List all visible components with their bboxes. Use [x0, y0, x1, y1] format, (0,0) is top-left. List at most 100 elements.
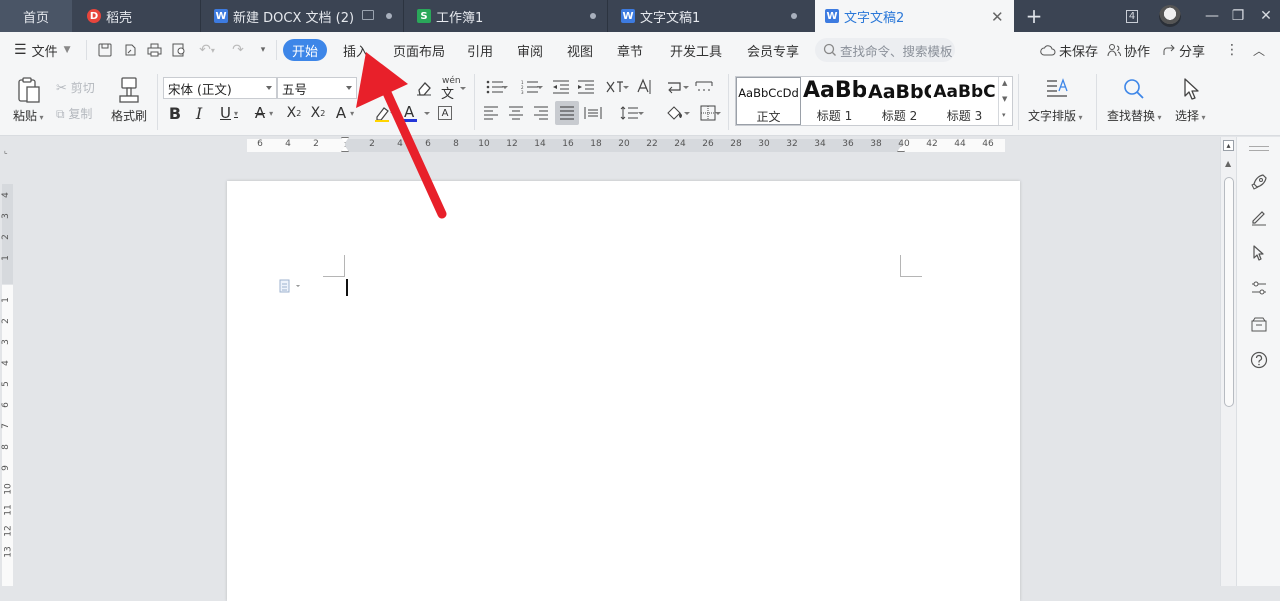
- format-painter-button[interactable]: 格式刷: [111, 107, 147, 124]
- paragraph-options-icon[interactable]: [279, 279, 303, 293]
- backup-box-icon[interactable]: [1248, 313, 1270, 335]
- style-heading-2[interactable]: AaBbC 标题 2: [868, 77, 931, 125]
- borders-icon[interactable]: [694, 104, 722, 122]
- decrease-indent-icon[interactable]: [551, 78, 571, 96]
- rocket-icon[interactable]: [1248, 171, 1270, 193]
- command-search-input[interactable]: 查找命令、搜索模板: [815, 38, 955, 62]
- window-count-button[interactable]: 4: [1115, 0, 1149, 32]
- tab-close-dot[interactable]: [791, 13, 797, 19]
- style-heading-3[interactable]: AaBbC 标题 3: [933, 77, 996, 125]
- adjust-sliders-icon[interactable]: [1248, 277, 1270, 299]
- tab-view[interactable]: 视图: [567, 41, 593, 60]
- line-break-icon[interactable]: [661, 78, 689, 96]
- tab-sheet1-label: 工作簿1: [436, 10, 484, 26]
- cut-button[interactable]: ✂ 剪切: [56, 79, 95, 96]
- avatar[interactable]: [1153, 0, 1187, 32]
- copy-button[interactable]: ⧉ 复制: [56, 105, 92, 122]
- cursor-select-icon[interactable]: [1180, 76, 1202, 102]
- increase-indent-icon[interactable]: [576, 78, 596, 96]
- magnifier-icon[interactable]: [1121, 76, 1147, 102]
- bullet-list-icon[interactable]: [482, 78, 508, 96]
- scroll-top-icon[interactable]: ▴: [1223, 140, 1234, 151]
- tab-member[interactable]: 会员专享: [747, 41, 799, 60]
- chevron-up-icon[interactable]: ▲: [1002, 79, 1007, 87]
- unsaved-label: 未保存: [1059, 44, 1099, 60]
- help-icon[interactable]: [1248, 349, 1270, 371]
- save-icon[interactable]: [96, 41, 114, 59]
- tab-daoke[interactable]: D 稻壳: [73, 0, 201, 32]
- style-heading-1[interactable]: AaBb 标题 1: [803, 77, 866, 125]
- styles-expand-icon[interactable]: ▾: [1002, 111, 1006, 119]
- undo-icon[interactable]: ↶ ▾: [196, 41, 218, 59]
- font-size-select[interactable]: 五号: [277, 77, 357, 99]
- vertical-ruler-number: 10: [3, 483, 14, 495]
- tab-references[interactable]: 引用: [467, 41, 493, 60]
- export-icon[interactable]: [121, 41, 139, 59]
- pointer-select-icon[interactable]: [1248, 242, 1270, 264]
- find-replace-button[interactable]: 查找替换 ▾: [1107, 107, 1162, 124]
- show-marks-icon[interactable]: [694, 79, 714, 95]
- numbered-list-icon[interactable]: 123: [517, 78, 543, 96]
- text-cursor: [346, 279, 348, 296]
- text-layout-button[interactable]: 文字排版 ▾: [1028, 107, 1083, 124]
- unsaved-button[interactable]: 未保存: [1040, 41, 1099, 60]
- align-justify-icon[interactable]: [555, 101, 579, 125]
- text-direction-icon[interactable]: [634, 77, 654, 97]
- align-right-icon[interactable]: [532, 104, 550, 122]
- close-tab-icon[interactable]: ✕: [991, 8, 1004, 26]
- tab-review[interactable]: 审阅: [517, 41, 543, 60]
- shading-icon[interactable]: [660, 104, 690, 122]
- bold-icon[interactable]: B: [167, 103, 183, 123]
- underline-icon[interactable]: U ▾: [216, 103, 242, 123]
- scrollbar-thumb[interactable]: [1224, 177, 1234, 407]
- vertical-ruler-number: 11: [3, 504, 14, 516]
- print-preview-icon[interactable]: [170, 41, 188, 59]
- tab-doc-2-active[interactable]: W 文字文稿2 ✕: [815, 0, 1014, 32]
- chevron-down-icon[interactable]: ▼: [1002, 95, 1007, 103]
- style-normal[interactable]: AaBbCcDd 正文: [736, 77, 801, 125]
- tab-close-dot[interactable]: [590, 13, 596, 19]
- collaborate-button[interactable]: 协作: [1107, 41, 1150, 60]
- document-page[interactable]: [227, 181, 1020, 601]
- line-spacing-icon[interactable]: [614, 104, 644, 122]
- styles-scroll[interactable]: ▲ ▼ ▾: [998, 77, 1012, 125]
- share-button[interactable]: 分享: [1162, 41, 1205, 60]
- scroll-up-icon[interactable]: ▲: [1225, 159, 1231, 168]
- tab-chapter[interactable]: 章节: [617, 41, 643, 60]
- tab-close-dot[interactable]: [386, 13, 392, 19]
- paste-button[interactable]: 粘贴 ▾: [13, 107, 44, 124]
- file-menu[interactable]: ☰ 文件 ▼: [14, 41, 76, 60]
- tab-start[interactable]: 开始: [283, 39, 327, 61]
- more-options-icon[interactable]: ⋮: [1225, 40, 1239, 60]
- chinese-layout-icon[interactable]: [601, 78, 629, 96]
- print-icon[interactable]: [145, 41, 163, 59]
- italic-icon[interactable]: I: [192, 103, 206, 123]
- collapse-ribbon-icon[interactable]: ︿: [1252, 40, 1266, 60]
- paste-icon[interactable]: [14, 74, 44, 106]
- tab-sheet1[interactable]: S 工作簿1: [405, 0, 608, 32]
- pen-edit-icon[interactable]: [1248, 206, 1270, 228]
- select-label: 选择: [1175, 109, 1200, 123]
- font-name-select[interactable]: 宋体 (正文): [163, 77, 277, 99]
- vertical-scrollbar[interactable]: ▴ ▲: [1220, 137, 1236, 586]
- subscript-icon[interactable]: X2: [308, 103, 328, 123]
- align-center-icon[interactable]: [507, 104, 525, 122]
- tab-home[interactable]: 首页: [0, 0, 72, 32]
- select-button[interactable]: 选择 ▾: [1175, 107, 1206, 124]
- quick-access-more-icon[interactable]: ▾: [256, 41, 270, 59]
- close-window-icon[interactable]: ✕: [1249, 0, 1280, 32]
- menu-bar: ☰ 文件 ▼ ↶ ▾ ↷ ▾ 开始 插入 页面布局 引用 审阅 视图 章节 开发工…: [0, 32, 1280, 68]
- new-tab-icon[interactable]: +: [1017, 0, 1051, 32]
- vertical-ruler-number: 1: [0, 255, 11, 261]
- distribute-icon[interactable]: [583, 104, 603, 122]
- ruler-number: 12: [506, 139, 518, 149]
- text-layout-icon[interactable]: [1044, 76, 1070, 102]
- tab-developer[interactable]: 开发工具: [670, 41, 722, 60]
- superscript-icon[interactable]: X2: [284, 103, 304, 123]
- strikethrough-icon[interactable]: A ▾: [250, 103, 278, 123]
- redo-icon[interactable]: ↷: [229, 41, 247, 59]
- tab-doc-new-docx[interactable]: W 新建 DOCX 文档 (2): [202, 0, 404, 32]
- format-painter-icon[interactable]: [117, 76, 141, 104]
- align-left-icon[interactable]: [482, 104, 500, 122]
- tab-doc-1[interactable]: W 文字文稿1: [609, 0, 814, 32]
